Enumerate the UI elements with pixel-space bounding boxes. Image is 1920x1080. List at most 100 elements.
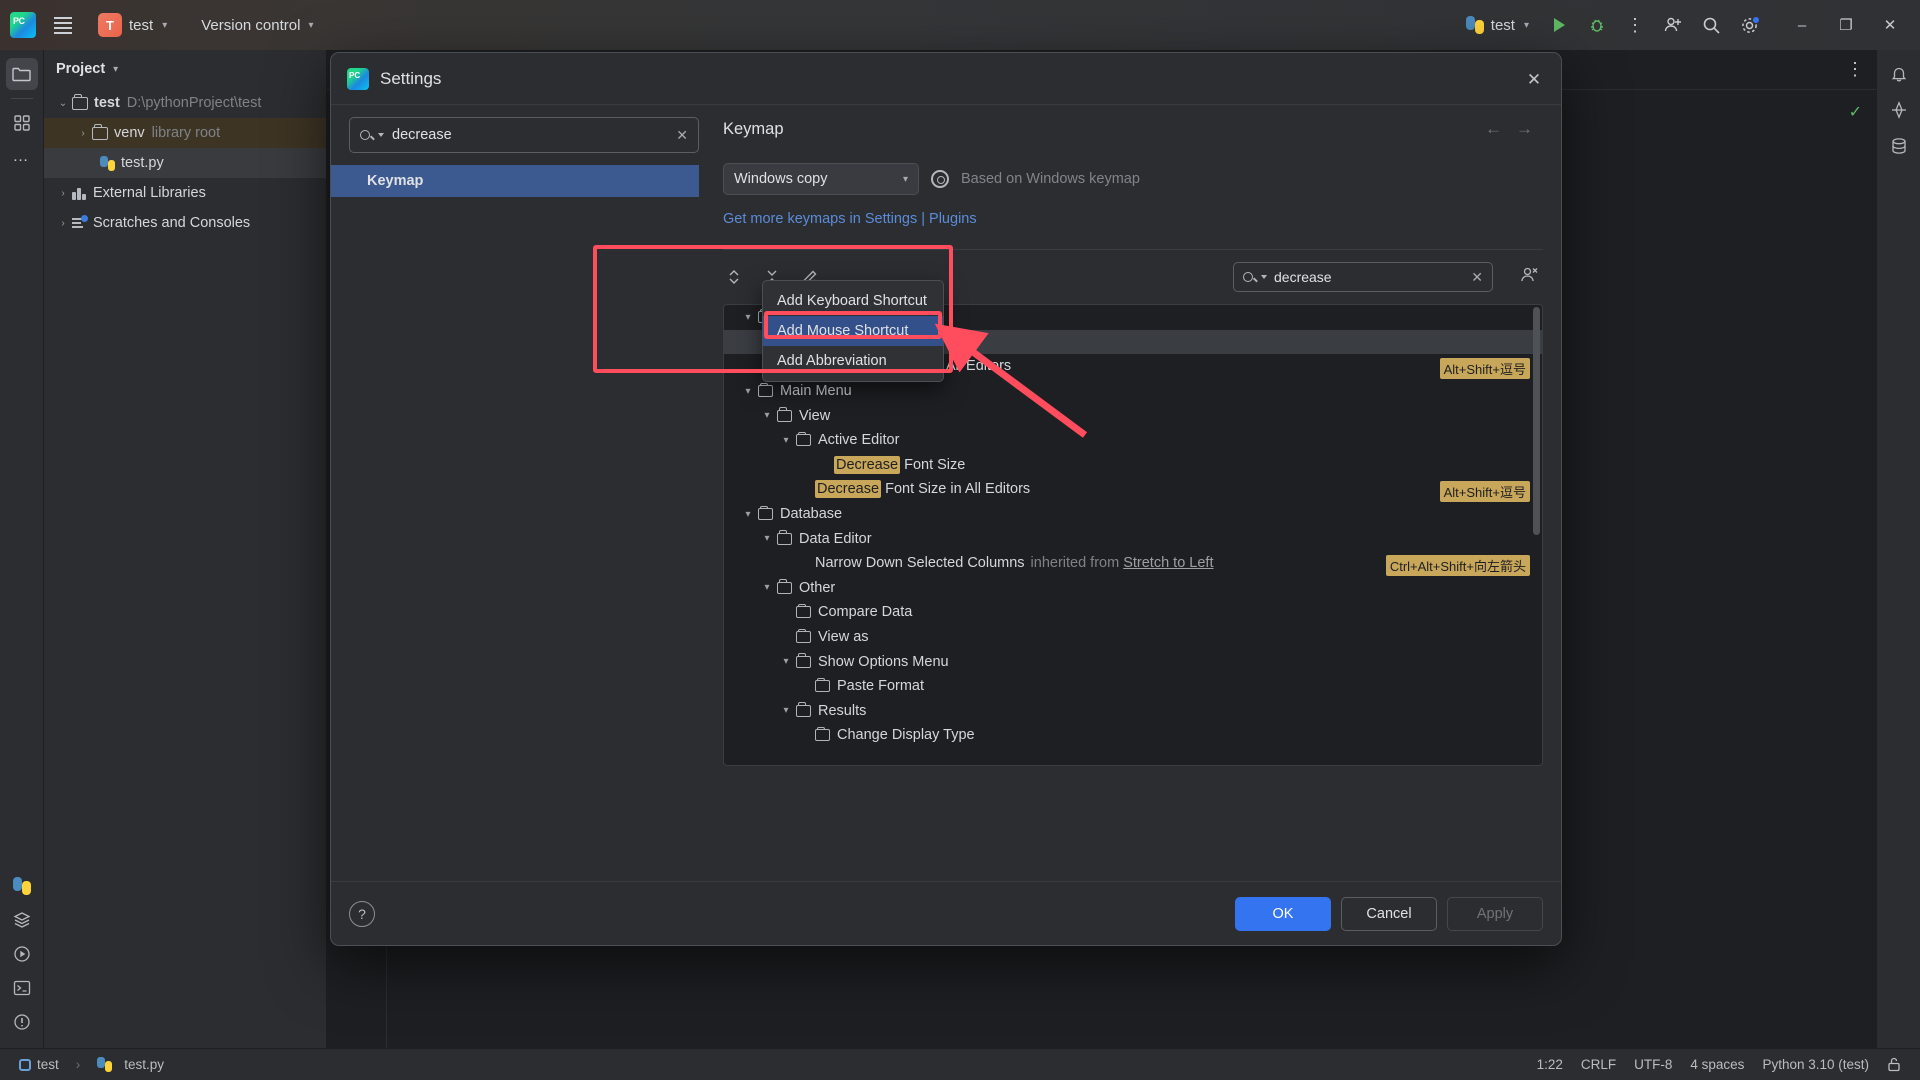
keymap-row-label: Data Editor (799, 531, 872, 547)
run-configuration-selector[interactable]: test ▾ (1457, 11, 1538, 39)
line-separator[interactable]: CRLF (1574, 1055, 1623, 1074)
help-button[interactable]: ? (349, 901, 375, 927)
debug-button[interactable] (1580, 8, 1614, 42)
forward-arrow-icon[interactable]: → (1516, 119, 1533, 139)
find-by-shortcut-icon[interactable] (1519, 265, 1543, 289)
keymap-tree-row[interactable]: Paste Format (724, 674, 1542, 699)
history-nav: ← → (1485, 119, 1543, 139)
twisty-icon[interactable]: ▾ (757, 410, 777, 421)
services-button[interactable] (6, 904, 38, 936)
hamburger-menu-icon[interactable] (46, 8, 80, 42)
more-tool-windows-button[interactable]: … (6, 141, 38, 173)
twisty-icon[interactable]: ▾ (776, 705, 796, 716)
search-dropdown-icon[interactable] (1243, 272, 1267, 282)
keymap-tree-row[interactable]: Change Display Type (724, 723, 1542, 748)
project-selector[interactable]: T test ▾ (90, 9, 175, 41)
clear-icon[interactable]: ✕ (676, 127, 688, 144)
terminal-icon (13, 979, 31, 997)
editor-more-icon[interactable]: ⋮ (1846, 64, 1864, 75)
keymap-tree-row[interactable]: Decrease Font Size (724, 453, 1542, 478)
keymap-tree-row[interactable]: Decrease Font Size in All Editors (724, 477, 1542, 502)
keymap-tree-row[interactable]: ▾Other (724, 576, 1542, 601)
keymap-tree-scrollbar[interactable] (1533, 307, 1540, 535)
close-button[interactable]: ✕ (1868, 0, 1912, 50)
back-arrow-icon[interactable]: ← (1485, 119, 1502, 139)
menu-item-add-abbreviation[interactable]: Add Abbreviation (763, 346, 943, 376)
keymap-tree-row[interactable]: ▾Active Editor (724, 428, 1542, 453)
keymap-tree-row[interactable]: ▾Results (724, 699, 1542, 724)
settings-search-box[interactable]: ✕ (349, 117, 699, 153)
settings-button[interactable] (1732, 8, 1766, 42)
keymap-dropdown[interactable]: Windows copy ▾ (723, 163, 919, 195)
inherited-source-link[interactable]: Stretch to Left (1123, 555, 1213, 571)
status-file-breadcrumb[interactable]: test.py (90, 1055, 171, 1074)
close-icon[interactable]: ✕ (1519, 65, 1549, 95)
more-actions-button[interactable]: ⋮ (1618, 8, 1652, 42)
search-dropdown-icon[interactable] (360, 130, 384, 140)
run-button[interactable] (1542, 8, 1576, 42)
problems-button[interactable] (6, 1006, 38, 1038)
project-tree-node-external-libraries[interactable]: › External Libraries (44, 178, 326, 208)
context-menu: Add Keyboard Shortcut Add Mouse Shortcut… (762, 280, 944, 382)
project-tool-button[interactable] (6, 58, 38, 90)
twisty-icon[interactable]: ▾ (738, 509, 758, 520)
twisty-icon[interactable]: › (54, 218, 72, 229)
keymap-tree-row[interactable]: ▾Show Options Menu (724, 649, 1542, 674)
keymap-tree-row[interactable]: ▾ Database (724, 502, 1542, 527)
apply-button[interactable]: Apply (1447, 897, 1543, 931)
unlocked-icon[interactable] (1880, 1055, 1908, 1074)
clear-icon[interactable]: ✕ (1471, 269, 1483, 286)
gear-icon[interactable] (931, 170, 949, 188)
get-more-keymaps-link[interactable]: Get more keymaps in Settings | Plugins (723, 211, 1543, 227)
project-tool-window: Project ▾ ⌄ test D:\pythonProject\test ›… (44, 50, 327, 1055)
cancel-button[interactable]: Cancel (1341, 897, 1437, 931)
twisty-icon[interactable]: ▾ (776, 435, 796, 446)
inspection-status-icon[interactable]: ✓ (1849, 102, 1862, 122)
run-tool-button[interactable] (6, 938, 38, 970)
keymap-search-box[interactable]: ✕ (1233, 262, 1493, 292)
keymap-tree-row[interactable]: ▾Main Menu (724, 379, 1542, 404)
status-project-breadcrumb[interactable]: test (12, 1055, 66, 1074)
keymap-tree-row[interactable]: ▾View (724, 403, 1542, 428)
project-tree-node-venv[interactable]: › venv library root (44, 118, 326, 148)
maximize-button[interactable]: ❐ (1824, 0, 1868, 50)
minimize-button[interactable]: – (1780, 0, 1824, 50)
python-console-button[interactable] (6, 870, 38, 902)
version-control-menu[interactable]: Version control ▾ (191, 13, 323, 38)
indent-setting[interactable]: 4 spaces (1683, 1055, 1751, 1074)
keymap-tree-row[interactable]: ▾ Data Editor (724, 526, 1542, 551)
chevron-down-icon[interactable]: ▾ (113, 64, 118, 75)
twisty-icon[interactable]: › (74, 128, 92, 139)
settings-search-input[interactable] (392, 127, 668, 143)
keymap-tree-row[interactable]: View as (724, 625, 1542, 650)
database-button[interactable] (1883, 130, 1915, 162)
notifications-button[interactable] (1883, 58, 1915, 90)
project-tree-node-testpy[interactable]: test.py (44, 148, 326, 178)
twisty-icon[interactable]: ▾ (757, 582, 777, 593)
twisty-icon[interactable]: ▾ (776, 656, 796, 667)
twisty-icon[interactable]: ▾ (757, 533, 777, 544)
twisty-icon[interactable]: ▾ (738, 386, 758, 397)
project-tree-node-scratches[interactable]: › Scratches and Consoles (44, 208, 326, 238)
keymap-search-input[interactable] (1274, 269, 1464, 285)
keymap-tree-row[interactable]: Compare Data (724, 600, 1542, 625)
ok-button[interactable]: OK (1235, 897, 1331, 931)
python-interpreter[interactable]: Python 3.10 (test) (1755, 1055, 1876, 1074)
file-encoding[interactable]: UTF-8 (1627, 1055, 1679, 1074)
project-tree-node[interactable]: ⌄ test D:\pythonProject\test (44, 88, 326, 118)
twisty-icon[interactable]: › (54, 188, 72, 199)
twisty-icon[interactable]: ⌄ (54, 98, 72, 109)
ai-assistant-button[interactable] (1883, 94, 1915, 126)
menu-item-add-keyboard-shortcut[interactable]: Add Keyboard Shortcut (763, 286, 943, 316)
structure-tool-button[interactable] (6, 107, 38, 139)
sidebar-item-keymap[interactable]: Keymap (331, 165, 699, 197)
shortcut-badge: Alt+Shift+逗号 (1440, 481, 1530, 502)
terminal-button[interactable] (6, 972, 38, 1004)
twisty-icon[interactable]: ▾ (738, 312, 758, 323)
caret-position[interactable]: 1:22 (1530, 1055, 1570, 1074)
menu-item-add-mouse-shortcut[interactable]: Add Mouse Shortcut (763, 316, 943, 346)
keymap-row-label: Database (780, 506, 842, 522)
account-button[interactable] (1656, 8, 1690, 42)
expand-collapse-icon[interactable] (723, 266, 745, 288)
search-everywhere-button[interactable] (1694, 8, 1728, 42)
